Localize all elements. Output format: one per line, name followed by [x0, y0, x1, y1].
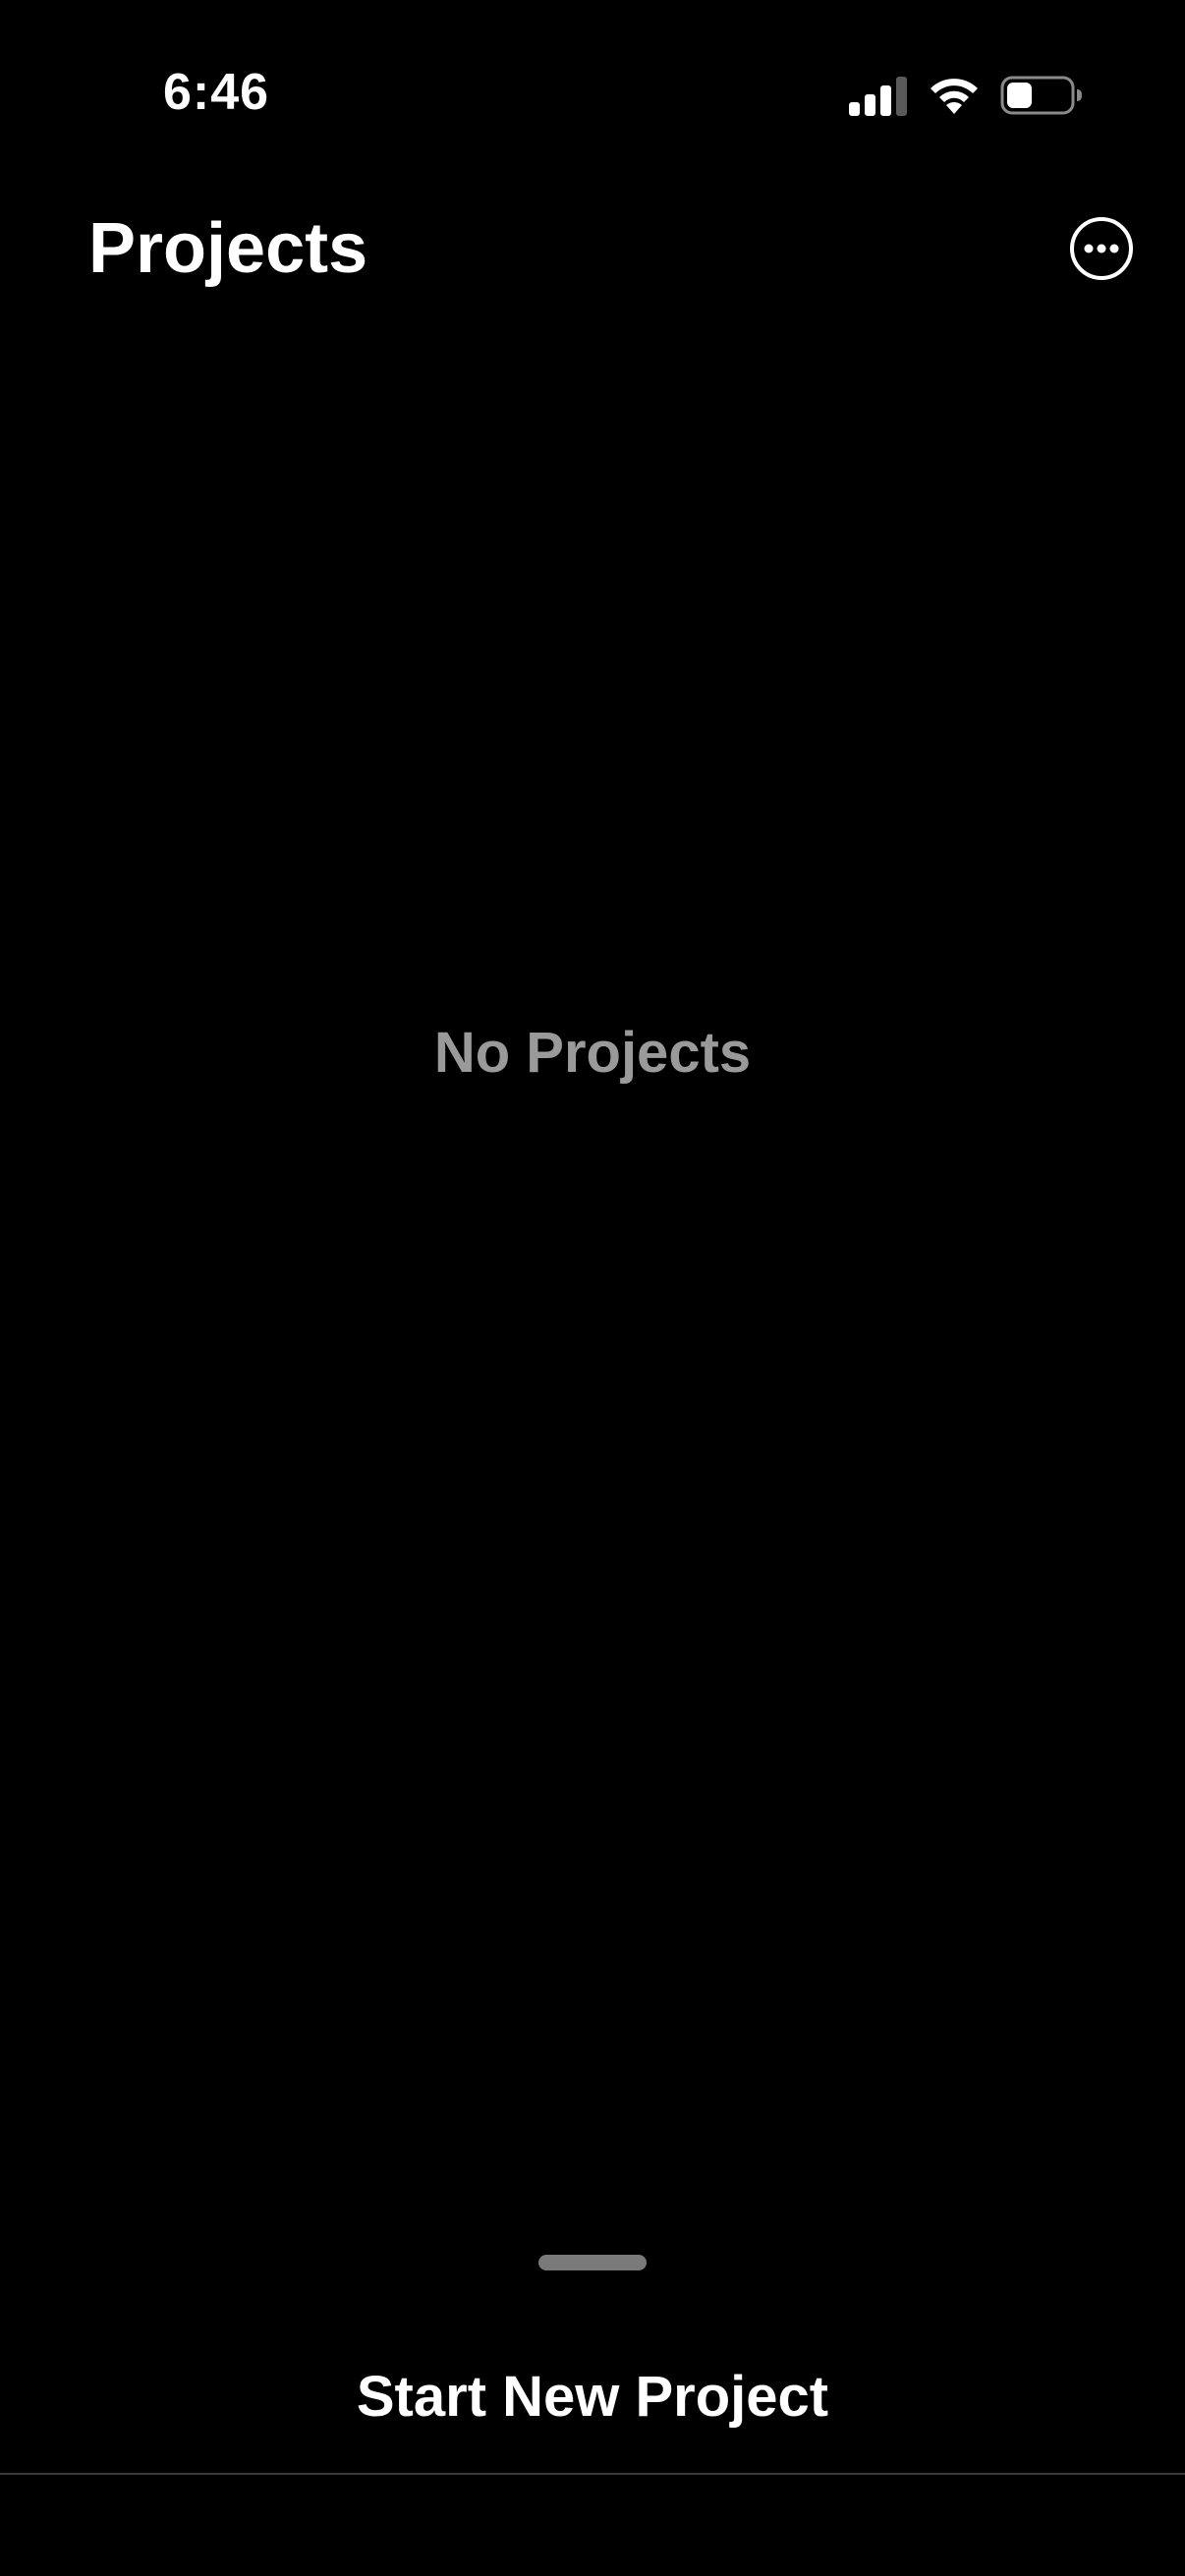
bottom-divider — [0, 2473, 1185, 2475]
page-title: Projects — [88, 209, 368, 288]
status-bar: 6:46 — [0, 0, 1185, 187]
ellipsis-circle-icon — [1070, 217, 1133, 280]
battery-icon — [1000, 76, 1082, 115]
sheet-grabber-handle[interactable] — [538, 2255, 647, 2270]
cellular-signal-icon — [849, 77, 907, 116]
more-options-button[interactable] — [1069, 216, 1134, 281]
start-new-project-button[interactable]: Start New Project — [0, 2348, 1185, 2446]
status-time: 6:46 — [163, 64, 270, 121]
wifi-icon — [931, 79, 978, 114]
empty-state-message: No Projects — [433, 1021, 752, 1085]
